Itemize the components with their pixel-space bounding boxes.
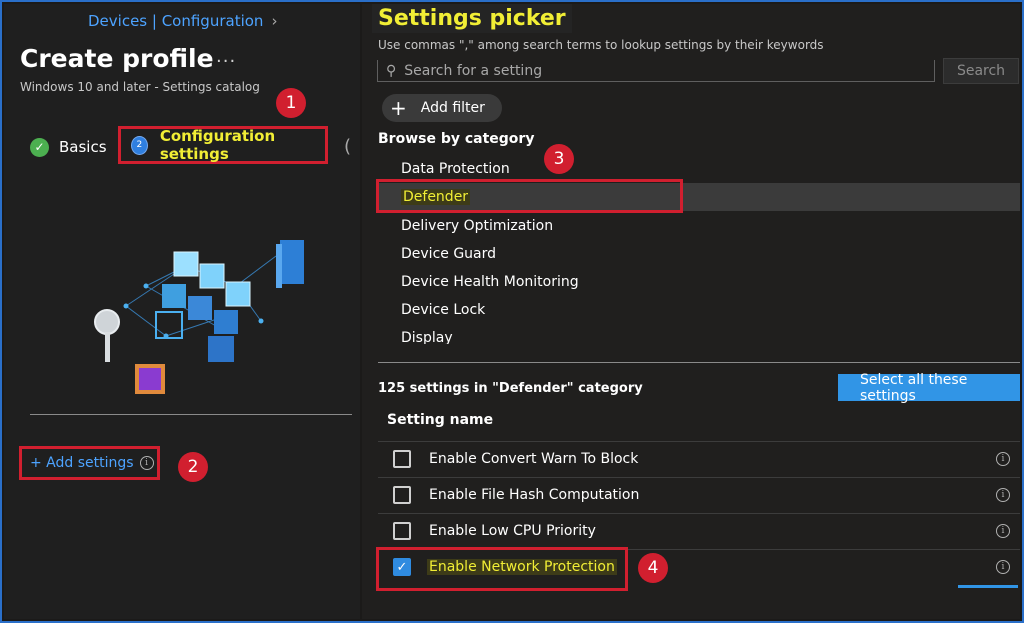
setting-name: Enable Convert Warn To Block [429, 451, 639, 467]
category-device-health-monitoring[interactable]: Device Health Monitoring [401, 274, 579, 290]
checkbox-icon[interactable] [393, 522, 411, 540]
category-display[interactable]: Display [401, 330, 453, 344]
info-icon[interactable]: i [139, 456, 154, 470]
setting-search-input[interactable]: ⚲ Search for a setting [377, 60, 935, 82]
search-placeholder: Search for a setting [404, 62, 543, 79]
right-divider [378, 362, 1020, 363]
annotation-box-3 [376, 179, 683, 213]
setting-row[interactable]: Enable Low CPU Priority i [378, 513, 1020, 549]
category-delivery-optimization[interactable]: Delivery Optimization [401, 218, 553, 234]
step-basics-label: Basics [59, 138, 107, 156]
annotation-badge-3: 3 [544, 144, 574, 174]
select-all-settings-button[interactable]: Select all these settings [838, 372, 1020, 404]
chevron-right-icon: › [271, 12, 278, 30]
annotation-box-4 [376, 547, 628, 591]
step-number-badge: 2 [131, 135, 148, 155]
setting-row[interactable]: Enable Convert Warn To Block i [378, 441, 1020, 477]
setting-name-column-header[interactable]: Setting name [387, 412, 493, 428]
checkbox-icon[interactable] [393, 450, 411, 468]
page-title: Create profile [20, 44, 214, 73]
search-hint: Use commas "," among search terms to loo… [378, 38, 824, 52]
step-basics[interactable]: ✓ Basics [30, 132, 107, 162]
settings-illustration [94, 240, 304, 394]
category-device-lock[interactable]: Device Lock [401, 302, 485, 318]
search-icon: ⚲ [386, 62, 397, 79]
settings-picker-title: Settings picker [372, 4, 572, 33]
add-settings-link[interactable]: + Add settings i [19, 446, 160, 480]
plus-icon: + [390, 96, 407, 120]
category-data-protection[interactable]: Data Protection [401, 161, 510, 177]
page-subtitle: Windows 10 and later - Settings catalog [20, 80, 260, 94]
info-icon[interactable]: i [996, 488, 1010, 502]
settings-count-label: 125 settings in "Defender" category [378, 381, 643, 396]
annotation-badge-4: 4 [638, 553, 668, 583]
search-button[interactable]: Search [943, 58, 1019, 84]
step-overflow-indicator: ( [344, 136, 352, 157]
add-filter-label: Add filter [420, 100, 485, 116]
left-divider [30, 414, 352, 415]
info-icon[interactable]: i [996, 524, 1010, 538]
horizontal-scrollbar[interactable] [958, 585, 1018, 588]
info-icon[interactable]: i [996, 452, 1010, 466]
browse-by-category-heading: Browse by category [378, 131, 535, 147]
info-icon[interactable]: i [996, 560, 1010, 574]
breadcrumb[interactable]: Devices | Configuration › [88, 12, 277, 30]
annotation-badge-2: 2 [178, 452, 208, 482]
add-settings-label: + Add settings [30, 455, 134, 471]
category-device-guard[interactable]: Device Guard [401, 246, 496, 262]
checkbox-icon[interactable] [393, 486, 411, 504]
step-configuration-label: Configuration settings [159, 127, 276, 163]
setting-name: Enable File Hash Computation [429, 487, 640, 503]
ellipsis-icon[interactable]: ... [216, 46, 236, 67]
setting-row[interactable]: Enable File Hash Computation i [378, 477, 1020, 513]
annotation-badge-1: 1 [276, 88, 306, 118]
breadcrumb-link[interactable]: Devices | Configuration [88, 12, 263, 30]
check-icon: ✓ [30, 137, 49, 157]
add-filter-button[interactable]: + Add filter [382, 94, 502, 122]
setting-name: Enable Low CPU Priority [429, 523, 596, 539]
step-configuration-settings[interactable]: 2 Configuration settings [118, 126, 328, 164]
